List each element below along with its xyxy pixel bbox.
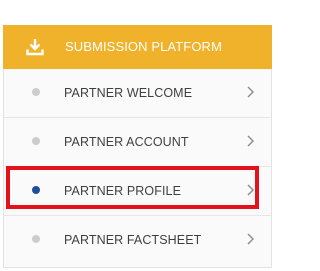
menu-item-label: PARTNER WELCOME xyxy=(64,86,193,100)
download-icon xyxy=(26,39,44,56)
menu-item-partner-profile[interactable]: PARTNER PROFILE xyxy=(4,167,271,216)
panel-title: SUBMISSION PLATFORM xyxy=(65,39,222,54)
menu-item-label: PARTNER PROFILE xyxy=(64,184,182,198)
chevron-right-icon xyxy=(247,184,254,196)
menu-item-partner-factsheet[interactable]: PARTNER FACTSHEET xyxy=(4,216,271,265)
status-dot-icon xyxy=(32,186,40,194)
panel-header: SUBMISSION PLATFORM xyxy=(3,25,272,69)
menu-item-label: PARTNER FACTSHEET xyxy=(64,233,202,247)
status-dot-icon xyxy=(32,88,40,96)
submission-platform-panel: SUBMISSION PLATFORM PARTNER WELCOME PART… xyxy=(0,0,274,271)
status-dot-icon xyxy=(32,137,40,145)
status-dot-icon xyxy=(32,235,40,243)
chevron-right-icon xyxy=(247,86,254,98)
chevron-right-icon xyxy=(247,135,254,147)
chevron-right-icon xyxy=(247,233,254,245)
menu-item-partner-account[interactable]: PARTNER ACCOUNT xyxy=(4,118,271,167)
menu-item-partner-welcome[interactable]: PARTNER WELCOME xyxy=(4,69,271,118)
partner-menu: PARTNER WELCOME PARTNER ACCOUNT PARTNER … xyxy=(3,69,272,268)
menu-item-label: PARTNER ACCOUNT xyxy=(64,135,189,149)
